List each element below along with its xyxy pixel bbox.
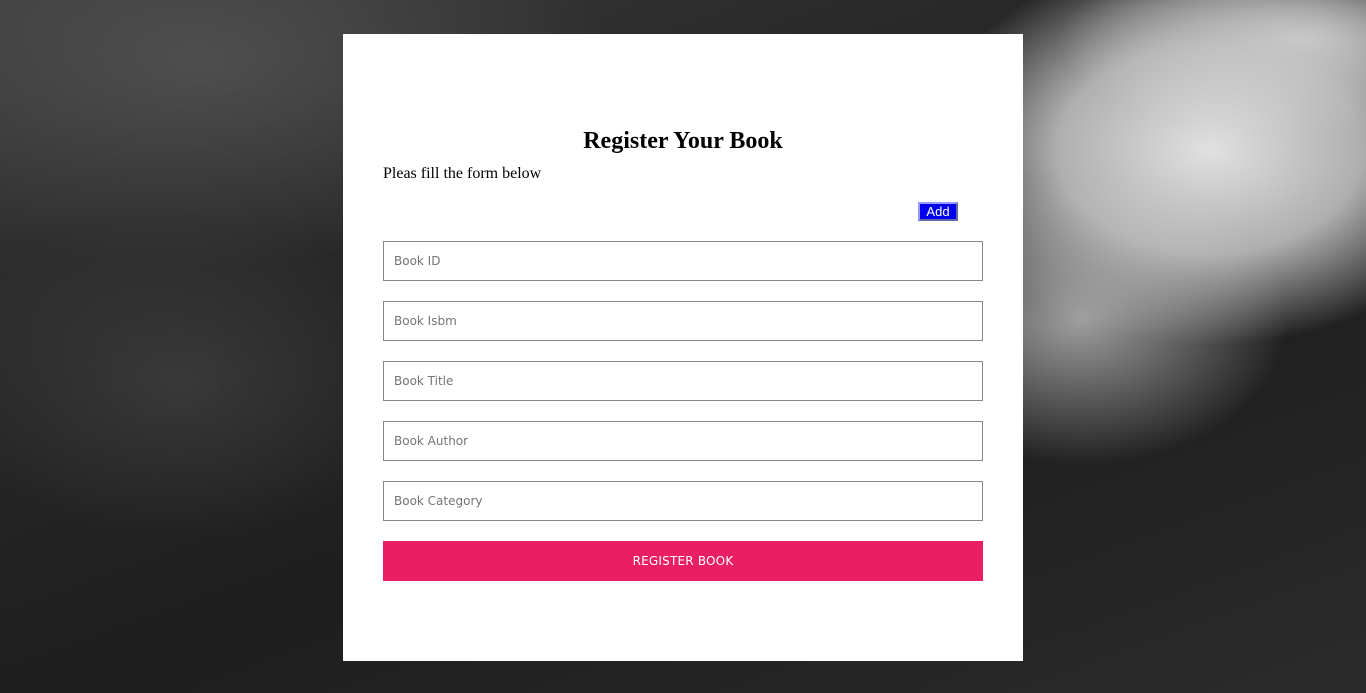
book-author-field[interactable] — [383, 421, 983, 461]
book-category-field[interactable] — [383, 481, 983, 521]
book-title-field[interactable] — [383, 361, 983, 401]
book-id-field[interactable] — [383, 241, 983, 281]
register-card: Register Your Book Pleas fill the form b… — [343, 34, 1023, 661]
book-isbm-field[interactable] — [383, 301, 983, 341]
form-instructions: Pleas fill the form below — [383, 165, 542, 182]
page-title: Register Your Book — [583, 128, 783, 154]
register-book-button[interactable]: REGISTER BOOK — [383, 541, 983, 581]
add-button[interactable]: Add — [918, 202, 958, 221]
